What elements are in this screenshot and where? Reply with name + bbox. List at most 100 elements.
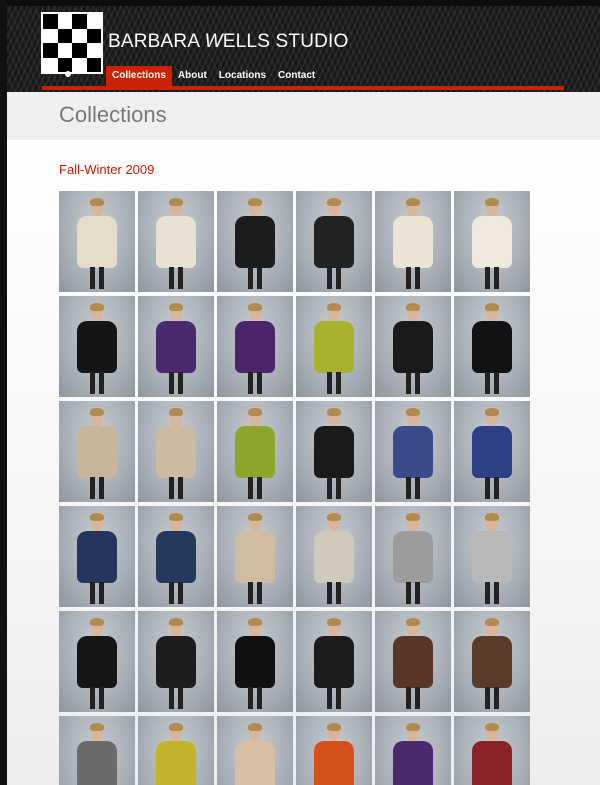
model-hair [485, 408, 499, 416]
model-garment [472, 636, 512, 688]
gallery-thumbnail[interactable] [138, 716, 214, 785]
gallery-thumbnail[interactable] [217, 401, 293, 502]
model-hair [327, 303, 341, 311]
model-hair [406, 408, 420, 416]
model-garment [77, 216, 117, 268]
gallery-thumbnail[interactable] [59, 401, 135, 502]
gallery-thumbnail[interactable] [138, 401, 214, 502]
gallery-thumbnail[interactable] [375, 506, 451, 607]
model-legs [406, 477, 420, 499]
gallery-thumbnail[interactable] [296, 296, 372, 397]
model-garment [393, 426, 433, 478]
model-legs [90, 687, 104, 709]
gallery-thumbnail[interactable] [217, 611, 293, 712]
gallery-thumbnail[interactable] [217, 191, 293, 292]
brand-name-part2: ELLS STUDIO [222, 31, 349, 52]
model-hair [169, 408, 183, 416]
gallery-thumbnail[interactable] [454, 611, 530, 712]
model-garment [156, 426, 196, 478]
gallery-thumbnail[interactable] [375, 296, 451, 397]
model-garment [77, 531, 117, 583]
model-garment [472, 426, 512, 478]
gallery-thumbnail[interactable] [217, 506, 293, 607]
model-legs [327, 582, 341, 604]
gallery-thumbnail[interactable] [59, 506, 135, 607]
gallery-thumbnail[interactable] [138, 611, 214, 712]
model-garment [77, 321, 117, 373]
gallery-thumbnail[interactable] [454, 716, 530, 785]
gallery-thumbnail[interactable] [138, 296, 214, 397]
section-title: Fall-Winter 2009 [59, 162, 155, 177]
gallery-thumbnail[interactable] [296, 716, 372, 785]
model-legs [90, 372, 104, 394]
model-hair [406, 513, 420, 521]
gallery-thumbnail[interactable] [454, 296, 530, 397]
model-hair [248, 408, 262, 416]
gallery-thumbnail[interactable] [59, 611, 135, 712]
model-garment [472, 321, 512, 373]
model-legs [327, 687, 341, 709]
gallery-thumbnail[interactable] [454, 191, 530, 292]
gallery-thumbnail[interactable] [59, 191, 135, 292]
gallery-thumbnail[interactable] [375, 191, 451, 292]
model-garment [235, 426, 275, 478]
gallery-thumbnail[interactable] [375, 401, 451, 502]
model-garment [156, 531, 196, 583]
gallery-thumbnail[interactable] [217, 296, 293, 397]
model-hair [327, 618, 341, 626]
model-garment [393, 636, 433, 688]
model-garment [472, 741, 512, 785]
model-legs [248, 372, 262, 394]
gallery-thumbnail[interactable] [375, 716, 451, 785]
gallery-thumbnail[interactable] [138, 191, 214, 292]
model-legs [90, 477, 104, 499]
page: BARBARA WELLS STUDIO Collections About L… [0, 0, 600, 785]
gallery-thumbnail[interactable] [59, 716, 135, 785]
model-garment [393, 531, 433, 583]
model-garment [472, 531, 512, 583]
model-garment [393, 216, 433, 268]
model-garment [472, 216, 512, 268]
model-legs [169, 477, 183, 499]
model-garment [235, 636, 275, 688]
model-hair [90, 723, 104, 731]
model-garment [235, 741, 275, 785]
checkerboard-logo-icon[interactable] [41, 12, 103, 74]
gallery-thumbnail[interactable] [138, 506, 214, 607]
gallery-thumbnail[interactable] [296, 611, 372, 712]
gallery-thumbnail[interactable] [296, 506, 372, 607]
model-garment [314, 426, 354, 478]
model-legs [485, 372, 499, 394]
gallery-thumbnail[interactable] [296, 191, 372, 292]
model-legs [406, 372, 420, 394]
nav-item-contact[interactable]: Contact [272, 66, 321, 86]
photo-gallery [59, 191, 530, 785]
gallery-thumbnail[interactable] [296, 401, 372, 502]
model-hair [169, 303, 183, 311]
model-garment [156, 216, 196, 268]
model-garment [156, 321, 196, 373]
gallery-thumbnail[interactable] [454, 506, 530, 607]
gallery-thumbnail[interactable] [217, 716, 293, 785]
nav-item-collections[interactable]: Collections [106, 66, 172, 86]
model-hair [327, 408, 341, 416]
model-hair [327, 723, 341, 731]
model-legs [327, 267, 341, 289]
model-legs [248, 687, 262, 709]
gallery-thumbnail[interactable] [454, 401, 530, 502]
model-garment [314, 216, 354, 268]
brand-name[interactable]: BARBARA WELLS STUDIO [108, 31, 349, 53]
model-hair [248, 618, 262, 626]
gallery-thumbnail[interactable] [375, 611, 451, 712]
model-legs [169, 687, 183, 709]
model-legs [327, 372, 341, 394]
gallery-thumbnail[interactable] [59, 296, 135, 397]
model-garment [156, 636, 196, 688]
nav-item-locations[interactable]: Locations [213, 66, 272, 86]
brand-name-italic: W [204, 31, 223, 52]
model-hair [485, 513, 499, 521]
model-legs [485, 477, 499, 499]
nav-item-about[interactable]: About [172, 66, 213, 86]
model-hair [327, 198, 341, 206]
model-garment [314, 531, 354, 583]
